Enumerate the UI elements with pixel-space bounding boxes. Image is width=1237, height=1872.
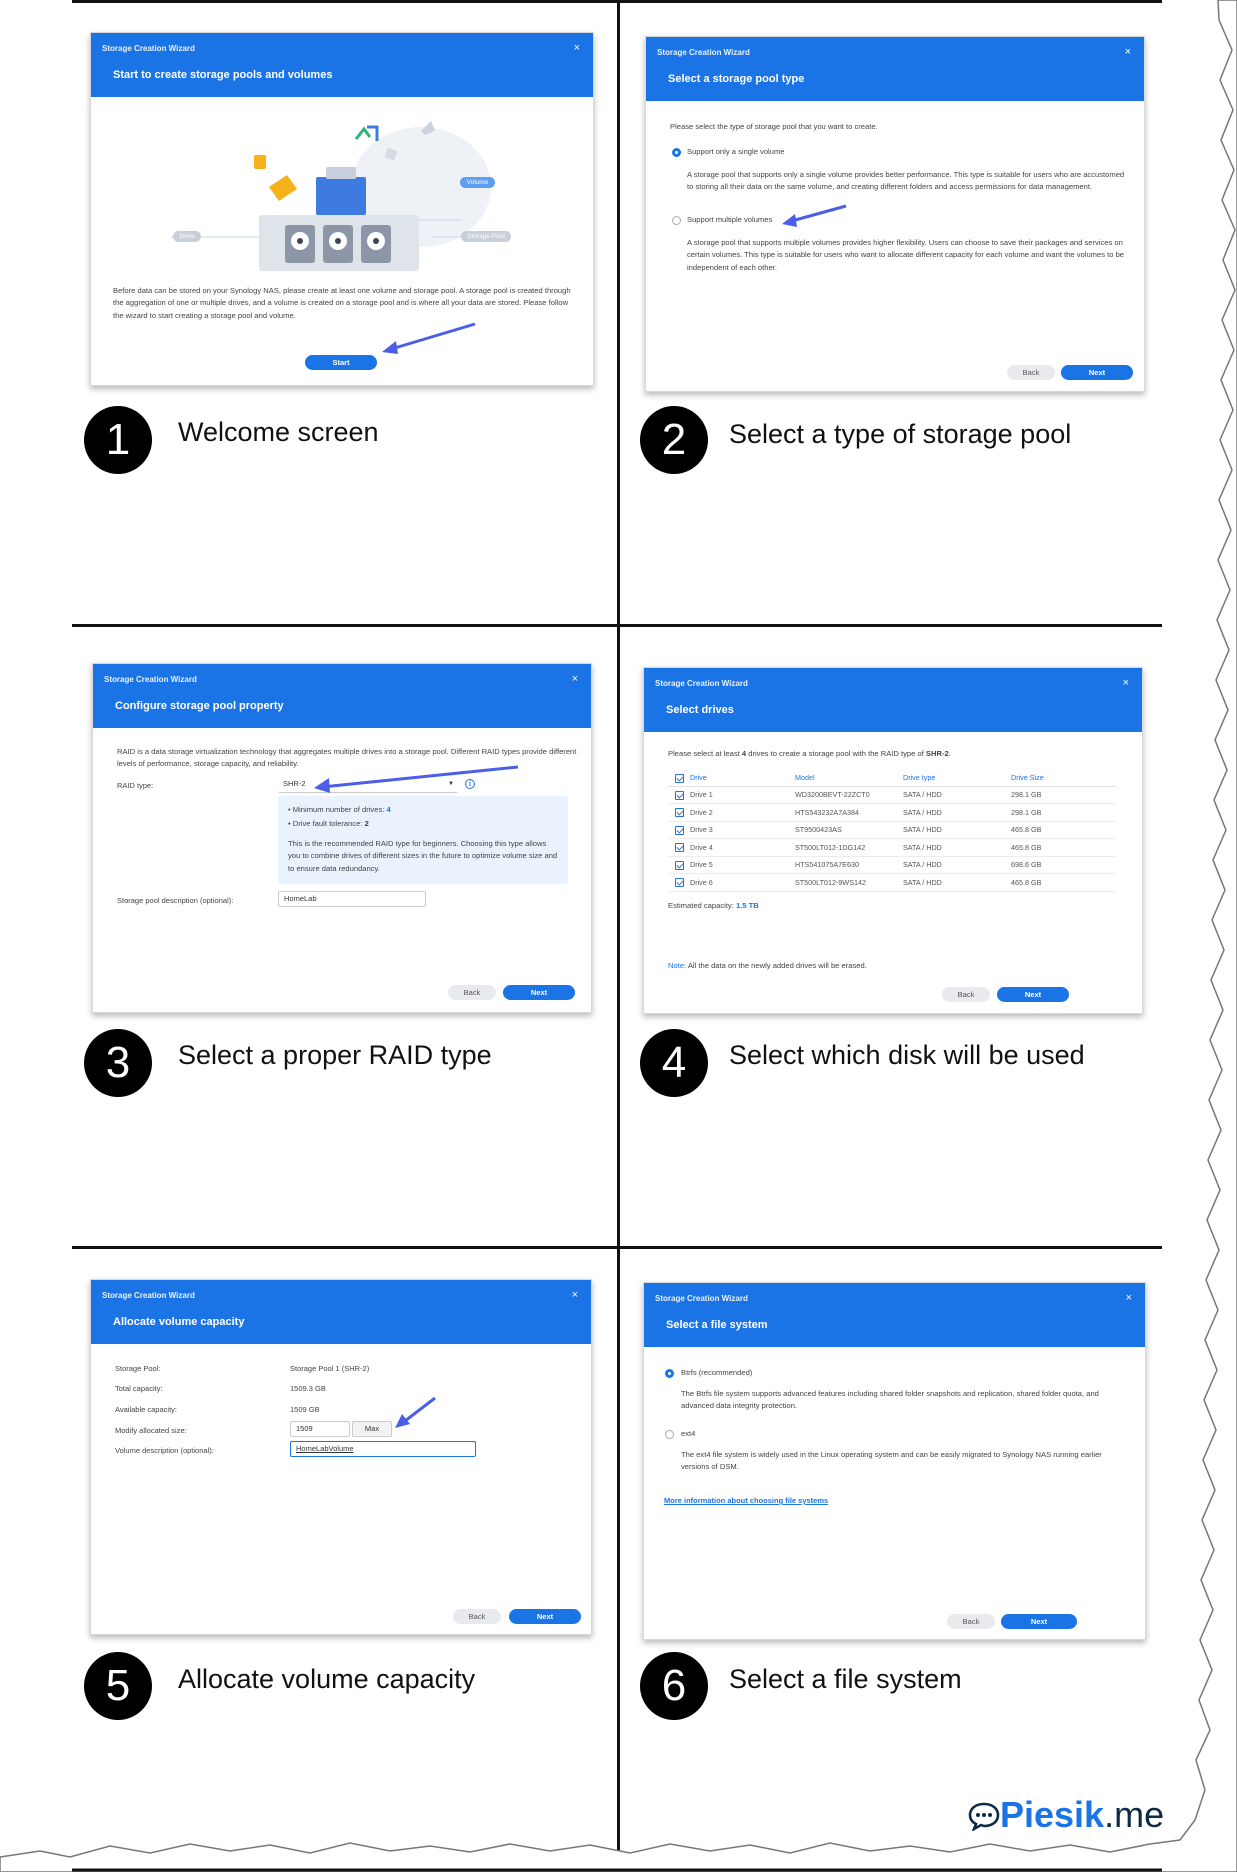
torn-paper-edge <box>0 0 1237 1872</box>
collage-page: Storage Creation Wizard Start to create … <box>0 0 1237 1872</box>
